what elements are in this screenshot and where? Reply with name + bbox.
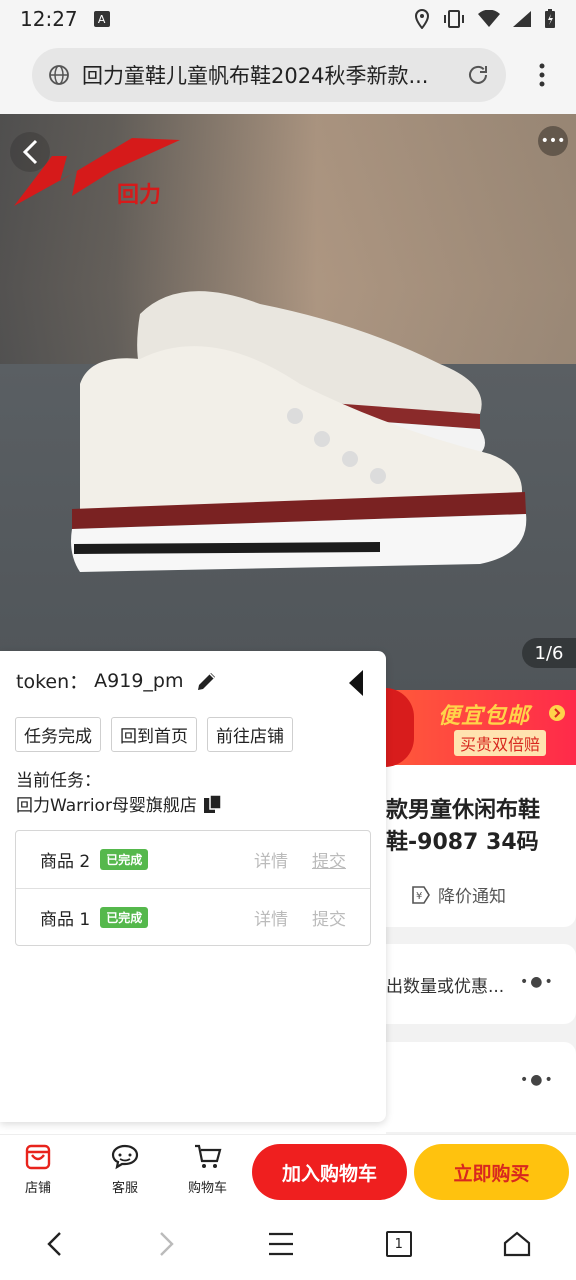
browser-toolbar: 回力童鞋儿童帆布鞋2024秋季新款... — [0, 38, 576, 114]
task-complete-button[interactable]: 任务完成 — [15, 717, 101, 752]
options-text: 出数量或优惠... — [386, 977, 505, 997]
address-bar[interactable]: 回力童鞋儿童帆布鞋2024秋季新款... — [32, 48, 506, 102]
back-home-button[interactable]: 回到首页 — [111, 717, 197, 752]
task-item-list: 商品 2 已完成 详情 提交 商品 1 已完成 详情 提交 — [15, 830, 371, 946]
submit-link[interactable]: 提交 — [312, 905, 346, 930]
signal-icon — [513, 11, 531, 27]
battery-icon — [545, 9, 555, 28]
submit-link[interactable]: 提交 — [312, 847, 346, 872]
current-task-label: 当前任务： — [16, 771, 101, 791]
buy-now-button[interactable]: 立即购买 — [414, 1144, 569, 1200]
task-panel: token： A919_pm 任务完成 回到首页 前往店铺 当前任务： 回力Wa… — [0, 651, 386, 1122]
forward-icon[interactable] — [156, 1230, 176, 1258]
promo-title: 便宜包邮 — [438, 704, 531, 729]
location-icon — [414, 9, 430, 29]
svg-text:回力: 回力 — [117, 183, 161, 206]
shop-icon — [25, 1144, 51, 1170]
current-task-shop: 回力Warrior母婴旗舰店 — [16, 791, 223, 816]
item-name: 商品 2 — [40, 852, 91, 872]
tab-shop[interactable]: 店铺 — [24, 1143, 52, 1196]
tabs-button[interactable]: 1 — [385, 1231, 412, 1257]
more-vert-icon[interactable] — [538, 62, 546, 88]
promo-banner[interactable]: 便宜包邮 买贵双倍赔 — [356, 688, 576, 767]
menu-icon[interactable] — [267, 1231, 295, 1257]
token-row: token： A919_pm — [16, 667, 219, 694]
token-value: A919_pm — [94, 669, 184, 692]
status-time: 12:27 — [20, 7, 78, 31]
product-shoe — [71, 291, 527, 572]
more-info-icon[interactable]: •●• — [520, 1072, 555, 1088]
add-to-cart-button[interactable]: 加入购物车 — [252, 1144, 407, 1200]
detail-link[interactable]: 详情 — [254, 847, 288, 872]
copy-icon[interactable] — [203, 793, 223, 814]
globe-icon — [49, 65, 69, 85]
promo-subtitle: 买贵双倍赔 — [454, 730, 547, 756]
back-icon[interactable] — [10, 132, 50, 172]
product-title: 款男童休闲布鞋 鞋-9087 34码 — [386, 798, 541, 855]
home-icon[interactable] — [503, 1231, 531, 1257]
chat-icon — [111, 1144, 139, 1170]
detail-link[interactable]: 详情 — [254, 905, 288, 930]
panel-actions: 任务完成 回到首页 前往店铺 — [15, 717, 293, 752]
cart-icon — [194, 1144, 221, 1168]
bottom-action-bar: 店铺 客服 购物车 加入购物车 立即购买 — [0, 1134, 576, 1208]
status-bar: 12:27 A — [0, 0, 576, 38]
status-icons — [414, 9, 556, 29]
list-item: 商品 2 已完成 详情 提交 — [16, 831, 370, 888]
tab-cart[interactable]: 购物车 — [188, 1143, 227, 1196]
more-icon[interactable]: ••• — [538, 126, 568, 156]
list-item: 商品 1 已完成 详情 提交 — [16, 888, 370, 945]
image-page-indicator: 1/6 — [522, 638, 576, 668]
more-options-icon[interactable]: •●• — [520, 974, 555, 990]
collapse-icon[interactable] — [348, 669, 364, 697]
status-badge: 已完成 — [100, 849, 149, 870]
wifi-icon — [478, 10, 500, 27]
browser-nav-bar: 1 — [0, 1208, 576, 1280]
edit-icon[interactable] — [195, 669, 219, 693]
svg-text:¥: ¥ — [416, 891, 422, 902]
vibrate-icon — [444, 10, 464, 28]
reload-icon[interactable] — [466, 63, 490, 87]
arrow-right-icon — [549, 705, 565, 721]
product-image[interactable]: 回力 ••• 1/6 — [0, 114, 576, 690]
back-icon[interactable] — [45, 1230, 65, 1258]
price-notify-button[interactable]: ¥ 降价通知 — [410, 882, 506, 907]
tab-customer-service[interactable]: 客服 — [110, 1143, 140, 1196]
notification-icon: A — [93, 11, 110, 27]
page-title: 回力童鞋儿童帆布鞋2024秋季新款... — [82, 64, 429, 88]
price-tag-icon: ¥ — [412, 885, 430, 904]
status-badge: 已完成 — [100, 906, 149, 928]
token-label: token： — [16, 671, 89, 693]
go-to-shop-button[interactable]: 前往店铺 — [207, 717, 293, 752]
item-name: 商品 1 — [40, 909, 91, 930]
